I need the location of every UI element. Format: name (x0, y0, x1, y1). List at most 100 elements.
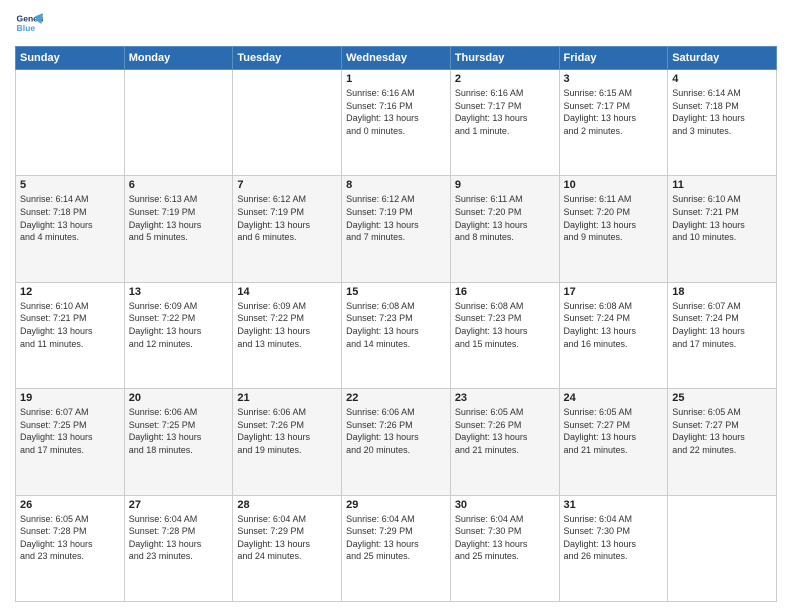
day-cell: 18Sunrise: 6:07 AM Sunset: 7:24 PM Dayli… (668, 282, 777, 388)
weekday-header-row: SundayMondayTuesdayWednesdayThursdayFrid… (16, 47, 777, 70)
day-info: Sunrise: 6:07 AM Sunset: 7:25 PM Dayligh… (20, 406, 120, 456)
header: General Blue (15, 10, 777, 38)
day-number: 22 (346, 392, 446, 404)
day-info: Sunrise: 6:10 AM Sunset: 7:21 PM Dayligh… (672, 193, 772, 243)
day-cell: 20 Sunrise: 6:06 AM Sunset: 7:25 PM Dayli… (124, 389, 233, 495)
day-number: 10 (564, 179, 664, 191)
day-cell: 31 Sunrise: 6:04 AM Sunset: 7:30 PM Dayli… (559, 495, 668, 601)
svg-text:Blue: Blue (17, 23, 36, 33)
day-cell: 15 Sunrise: 6:08 AM Sunset: 7:23 PM Dayli… (342, 282, 451, 388)
day-cell: 17Sunrise: 6:08 AM Sunset: 7:24 PM Dayli… (559, 282, 668, 388)
day-number: 31 (564, 499, 664, 511)
day-number: 9 (455, 179, 555, 191)
day-info: Sunrise: 6:06 AM Sunset: 7:26 PM Dayligh… (237, 406, 337, 456)
day-cell (16, 70, 125, 176)
day-info: Sunrise: 6:04 AM Sunset: 7:30 PM Dayligh… (564, 513, 664, 563)
day-number: 2 (455, 73, 555, 85)
day-number: 20 (129, 392, 229, 404)
day-number: 19 (20, 392, 120, 404)
day-info: Sunrise: 6:10 AM Sunset: 7:21 PM Dayligh… (20, 300, 120, 350)
day-cell: 6 Sunrise: 6:13 AM Sunset: 7:19 PM Daylig… (124, 176, 233, 282)
day-number: 16 (455, 286, 555, 298)
day-cell: 19 Sunrise: 6:07 AM Sunset: 7:25 PM Dayli… (16, 389, 125, 495)
day-info: Sunrise: 6:05 AM Sunset: 7:26 PM Dayligh… (455, 406, 555, 456)
logo-icon: General Blue (15, 10, 43, 38)
day-info: Sunrise: 6:05 AM Sunset: 7:28 PM Dayligh… (20, 513, 120, 563)
day-info: Sunrise: 6:07 AM Sunset: 7:24 PM Dayligh… (672, 300, 772, 350)
day-info: Sunrise: 6:08 AM Sunset: 7:23 PM Dayligh… (346, 300, 446, 350)
weekday-tuesday: Tuesday (233, 47, 342, 70)
weekday-wednesday: Wednesday (342, 47, 451, 70)
week-row-1: 1 Sunrise: 6:16 AM Sunset: 7:16 PM Daylig… (16, 70, 777, 176)
day-cell: 8Sunrise: 6:12 AM Sunset: 7:19 PM Daylig… (342, 176, 451, 282)
day-info: Sunrise: 6:16 AM Sunset: 7:16 PM Dayligh… (346, 87, 446, 137)
week-row-4: 19 Sunrise: 6:07 AM Sunset: 7:25 PM Dayli… (16, 389, 777, 495)
day-number: 27 (129, 499, 229, 511)
day-info: Sunrise: 6:16 AM Sunset: 7:17 PM Dayligh… (455, 87, 555, 137)
day-number: 14 (237, 286, 337, 298)
day-cell: 10Sunrise: 6:11 AM Sunset: 7:20 PM Dayli… (559, 176, 668, 282)
day-cell: 23 Sunrise: 6:05 AM Sunset: 7:26 PM Dayli… (450, 389, 559, 495)
day-cell: 7 Sunrise: 6:12 AM Sunset: 7:19 PM Daylig… (233, 176, 342, 282)
day-cell: 22Sunrise: 6:06 AM Sunset: 7:26 PM Dayli… (342, 389, 451, 495)
day-info: Sunrise: 6:04 AM Sunset: 7:28 PM Dayligh… (129, 513, 229, 563)
day-number: 15 (346, 286, 446, 298)
day-info: Sunrise: 6:09 AM Sunset: 7:22 PM Dayligh… (237, 300, 337, 350)
day-cell: 1 Sunrise: 6:16 AM Sunset: 7:16 PM Daylig… (342, 70, 451, 176)
day-cell: 2 Sunrise: 6:16 AM Sunset: 7:17 PM Daylig… (450, 70, 559, 176)
day-info: Sunrise: 6:06 AM Sunset: 7:25 PM Dayligh… (129, 406, 229, 456)
day-info: Sunrise: 6:05 AM Sunset: 7:27 PM Dayligh… (564, 406, 664, 456)
day-info: Sunrise: 6:05 AM Sunset: 7:27 PM Dayligh… (672, 406, 772, 456)
week-row-2: 5 Sunrise: 6:14 AM Sunset: 7:18 PM Daylig… (16, 176, 777, 282)
week-row-3: 12 Sunrise: 6:10 AM Sunset: 7:21 PM Dayli… (16, 282, 777, 388)
day-number: 12 (20, 286, 120, 298)
day-cell: 29 Sunrise: 6:04 AM Sunset: 7:29 PM Dayli… (342, 495, 451, 601)
day-number: 4 (672, 73, 772, 85)
day-number: 3 (564, 73, 664, 85)
day-info: Sunrise: 6:14 AM Sunset: 7:18 PM Dayligh… (20, 193, 120, 243)
weekday-saturday: Saturday (668, 47, 777, 70)
day-info: Sunrise: 6:09 AM Sunset: 7:22 PM Dayligh… (129, 300, 229, 350)
day-number: 5 (20, 179, 120, 191)
day-number: 11 (672, 179, 772, 191)
day-cell (668, 495, 777, 601)
day-cell: 4Sunrise: 6:14 AM Sunset: 7:18 PM Daylig… (668, 70, 777, 176)
day-number: 24 (564, 392, 664, 404)
day-cell (124, 70, 233, 176)
day-cell: 12 Sunrise: 6:10 AM Sunset: 7:21 PM Dayli… (16, 282, 125, 388)
weekday-friday: Friday (559, 47, 668, 70)
weekday-sunday: Sunday (16, 47, 125, 70)
calendar-table: SundayMondayTuesdayWednesdayThursdayFrid… (15, 46, 777, 602)
day-cell: 14 Sunrise: 6:09 AM Sunset: 7:22 PM Dayli… (233, 282, 342, 388)
day-number: 17 (564, 286, 664, 298)
day-info: Sunrise: 6:11 AM Sunset: 7:20 PM Dayligh… (455, 193, 555, 243)
day-cell: 3 Sunrise: 6:15 AM Sunset: 7:17 PM Daylig… (559, 70, 668, 176)
day-info: Sunrise: 6:13 AM Sunset: 7:19 PM Dayligh… (129, 193, 229, 243)
logo: General Blue (15, 10, 47, 38)
day-number: 1 (346, 73, 446, 85)
day-number: 21 (237, 392, 337, 404)
day-number: 30 (455, 499, 555, 511)
day-cell: 25 Sunrise: 6:05 AM Sunset: 7:27 PM Dayli… (668, 389, 777, 495)
day-cell: 5 Sunrise: 6:14 AM Sunset: 7:18 PM Daylig… (16, 176, 125, 282)
day-info: Sunrise: 6:04 AM Sunset: 7:29 PM Dayligh… (346, 513, 446, 563)
day-cell: 28Sunrise: 6:04 AM Sunset: 7:29 PM Dayli… (233, 495, 342, 601)
day-cell: 9 Sunrise: 6:11 AM Sunset: 7:20 PM Daylig… (450, 176, 559, 282)
day-cell: 13Sunrise: 6:09 AM Sunset: 7:22 PM Dayli… (124, 282, 233, 388)
day-number: 23 (455, 392, 555, 404)
day-info: Sunrise: 6:08 AM Sunset: 7:23 PM Dayligh… (455, 300, 555, 350)
day-number: 25 (672, 392, 772, 404)
day-number: 29 (346, 499, 446, 511)
day-info: Sunrise: 6:04 AM Sunset: 7:30 PM Dayligh… (455, 513, 555, 563)
day-info: Sunrise: 6:12 AM Sunset: 7:19 PM Dayligh… (237, 193, 337, 243)
day-cell: 27 Sunrise: 6:04 AM Sunset: 7:28 PM Dayli… (124, 495, 233, 601)
day-number: 6 (129, 179, 229, 191)
day-cell: 24 Sunrise: 6:05 AM Sunset: 7:27 PM Dayli… (559, 389, 668, 495)
day-cell: 11 Sunrise: 6:10 AM Sunset: 7:21 PM Dayli… (668, 176, 777, 282)
day-number: 28 (237, 499, 337, 511)
weekday-monday: Monday (124, 47, 233, 70)
day-number: 7 (237, 179, 337, 191)
week-row-5: 26Sunrise: 6:05 AM Sunset: 7:28 PM Dayli… (16, 495, 777, 601)
day-info: Sunrise: 6:15 AM Sunset: 7:17 PM Dayligh… (564, 87, 664, 137)
day-number: 8 (346, 179, 446, 191)
